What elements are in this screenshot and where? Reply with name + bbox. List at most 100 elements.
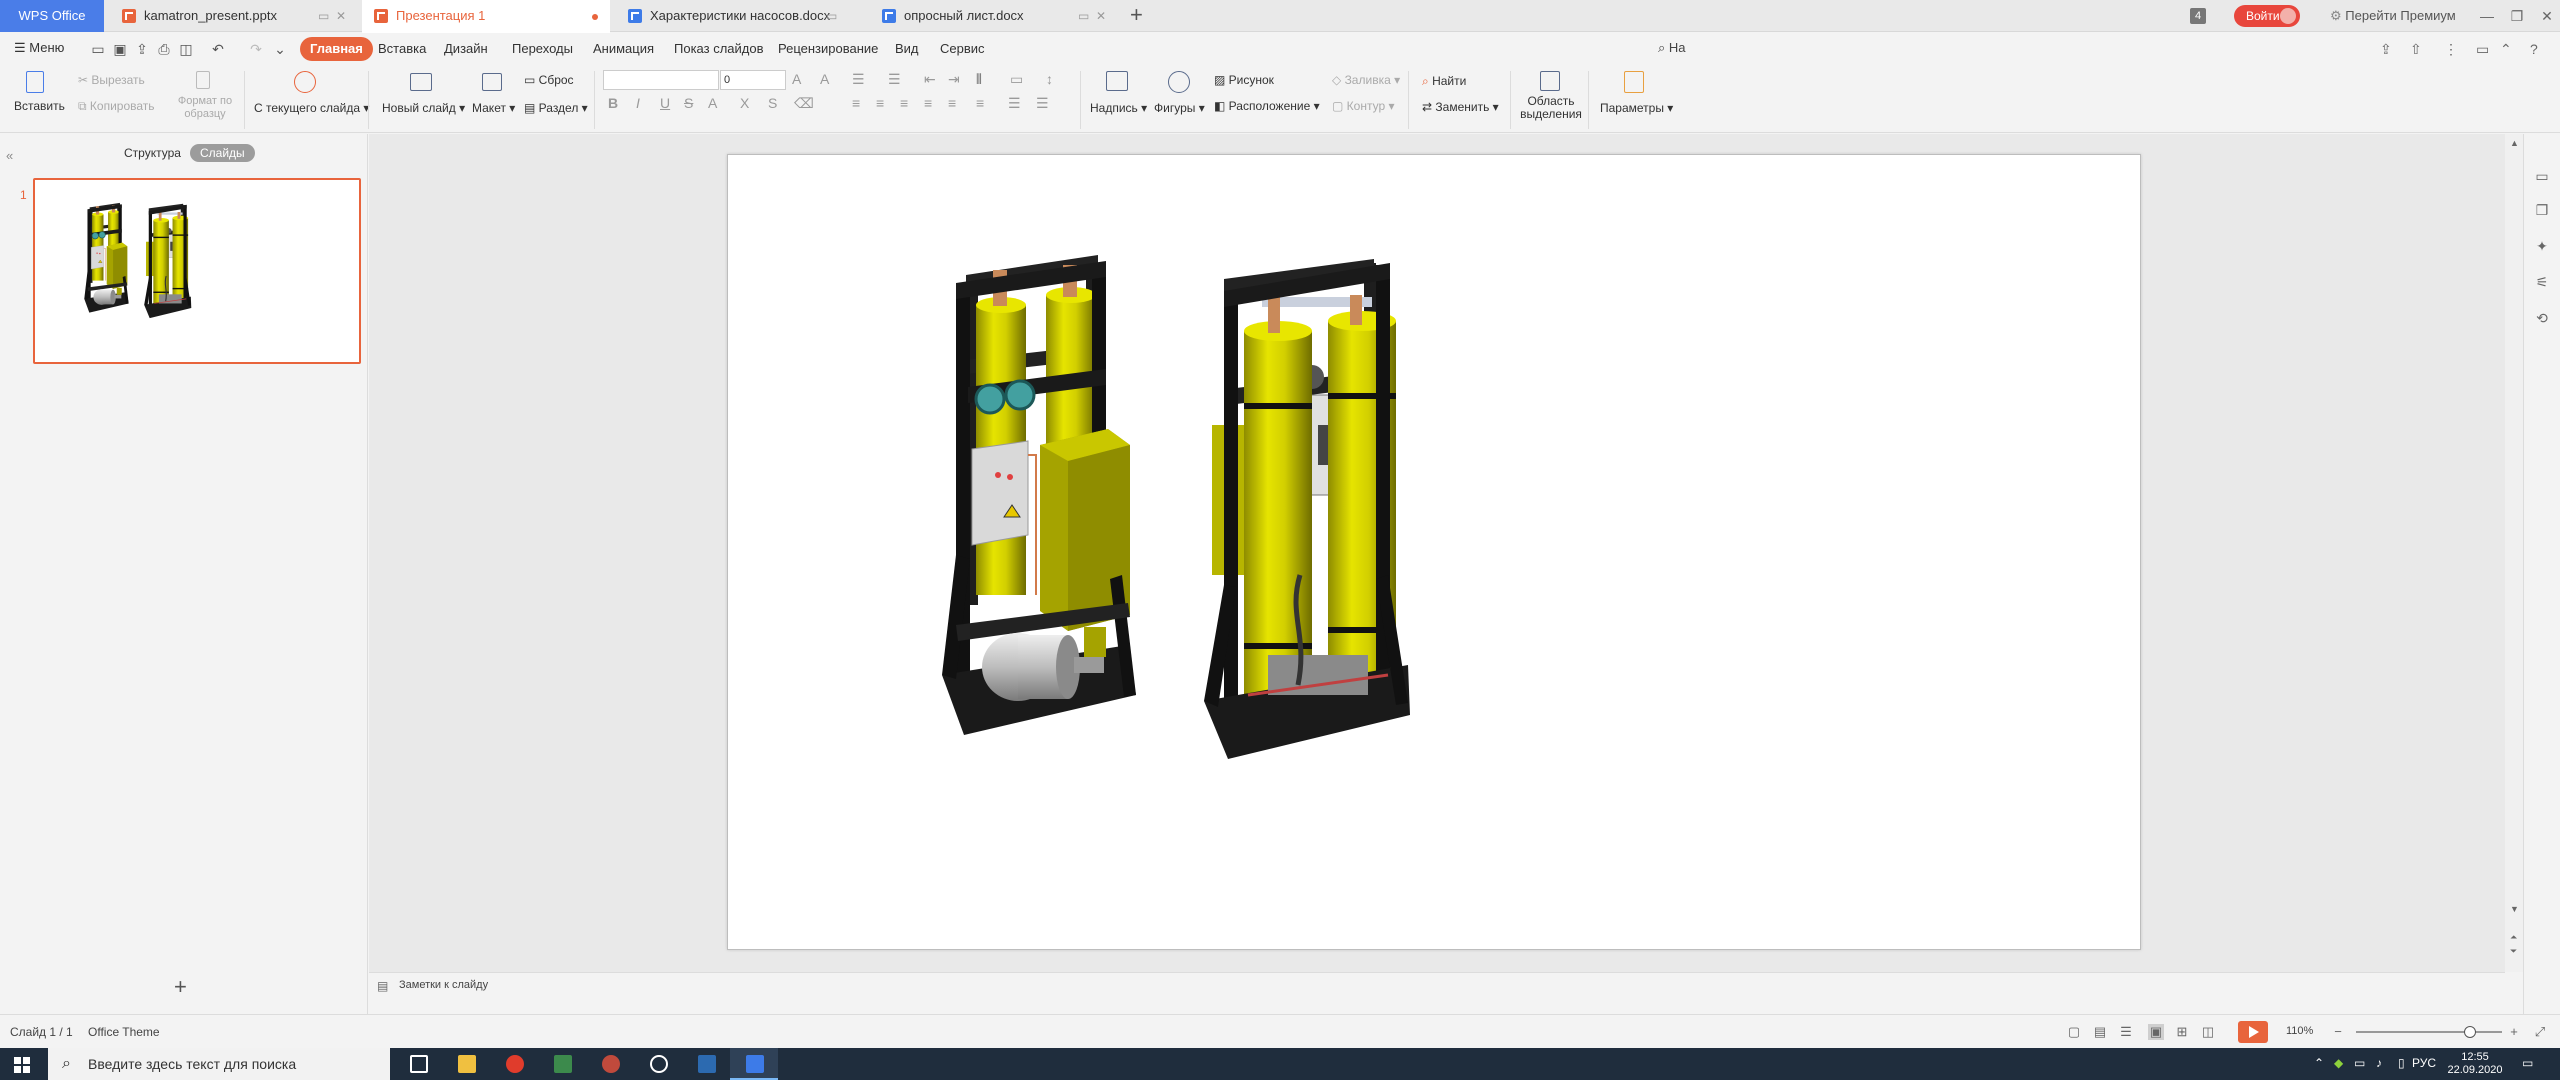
line-spacing-icon[interactable]: ↕: [1046, 71, 1053, 87]
tab-transitions[interactable]: Переходы: [512, 41, 573, 57]
clear-format-icon[interactable]: ⌫: [794, 95, 814, 112]
numbering-icon[interactable]: ☰: [888, 71, 901, 88]
prev-slide-icon[interactable]: ⏶: [2510, 932, 2517, 943]
preview-icon[interactable]: ◫: [178, 41, 194, 57]
zoom-level[interactable]: 110%: [2286, 1025, 2313, 1037]
tab-pump-specs[interactable]: Характеристики насосов.docx ▭: [616, 0, 854, 32]
tab-view[interactable]: Вид: [895, 41, 919, 57]
window-count-badge[interactable]: 4: [2190, 8, 2206, 24]
find-button[interactable]: ⌕ Найти: [1422, 74, 1466, 89]
add-slide-button[interactable]: +: [174, 974, 187, 1000]
selection-pane-button[interactable]: Область выделения: [1520, 95, 1582, 121]
notifications-icon[interactable]: ▭: [2522, 1056, 2533, 1070]
slide-thumbnail[interactable]: [33, 178, 361, 364]
volume-icon[interactable]: ♪: [2376, 1056, 2382, 1070]
taskbar-search[interactable]: ⌕ Введите здесь текст для поиска: [48, 1048, 390, 1080]
tab-kamatron[interactable]: kamatron_present.pptx ▭ ✕: [110, 0, 354, 32]
system-clock[interactable]: 12:55 22.09.2020: [2440, 1051, 2510, 1077]
history-icon[interactable]: ⟲: [2534, 310, 2550, 326]
restore-button[interactable]: ❐: [2502, 0, 2532, 32]
undo-icon[interactable]: ↶: [210, 41, 226, 57]
wps-home-tab[interactable]: WPS Office: [0, 0, 104, 32]
monitor-icon[interactable]: ▭: [318, 0, 329, 32]
vertical-align-icon[interactable]: ≡: [976, 95, 984, 111]
monitor-icon[interactable]: ▭: [826, 0, 837, 32]
calculator-icon[interactable]: [538, 1048, 586, 1080]
slide-layout-icon[interactable]: ▭: [2534, 168, 2550, 184]
comment-icon[interactable]: ▭: [2476, 41, 2489, 57]
tab-presentation-1[interactable]: Презентация 1: [362, 0, 610, 33]
zoom-in-icon[interactable]: +: [2506, 1024, 2522, 1040]
decrease-indent-icon[interactable]: ⇤: [924, 71, 936, 88]
slide-sorter-icon[interactable]: ⊞: [2174, 1024, 2190, 1040]
upload-icon[interactable]: ⇧: [2410, 41, 2422, 57]
tray-expand-icon[interactable]: ⌃: [2314, 1056, 2324, 1070]
distribute-icon[interactable]: ≡: [948, 95, 956, 111]
notes-toggle-icon[interactable]: ▤: [2092, 1024, 2108, 1040]
main-menu-button[interactable]: ☰ Меню: [14, 40, 64, 56]
paragraph-spacing-icon[interactable]: ☰: [1008, 95, 1021, 112]
share-icon[interactable]: ⇪: [2380, 41, 2392, 57]
next-slide-icon[interactable]: ⏷: [2510, 946, 2517, 957]
normal-view-icon[interactable]: ▣: [2148, 1024, 2164, 1040]
file-explorer-icon[interactable]: [442, 1048, 490, 1080]
section-button[interactable]: ▤ Раздел ▾: [524, 101, 588, 115]
close-window-button[interactable]: ✕: [2532, 0, 2560, 32]
scroll-up-icon[interactable]: ▲: [2510, 138, 2519, 148]
close-icon[interactable]: ✕: [1096, 0, 1106, 32]
outline-button[interactable]: ▢ Контур ▾: [1332, 99, 1395, 113]
tray-app-icon[interactable]: ◆: [2334, 1056, 2343, 1070]
comments-icon[interactable]: ☰: [2118, 1024, 2134, 1040]
language-indicator[interactable]: РУС: [2412, 1056, 2436, 1070]
columns-icon[interactable]: ⫴: [976, 71, 982, 88]
zoom-out-icon[interactable]: −: [2330, 1024, 2346, 1040]
scroll-down-icon[interactable]: ▼: [2510, 904, 2519, 914]
sync-app-icon[interactable]: [634, 1048, 682, 1080]
collapse-panel-icon[interactable]: «: [6, 148, 13, 163]
arrange-button[interactable]: ◧ Расположение ▾: [1214, 99, 1320, 113]
cut-button[interactable]: ✂ Вырезать: [78, 73, 145, 87]
settings-icon[interactable]: ⚟: [2534, 274, 2550, 290]
tab-review[interactable]: Рецензирование: [778, 41, 878, 57]
ribbon-search[interactable]: ⌕ На: [1658, 40, 1686, 56]
picture-button[interactable]: ▨ Рисунок: [1214, 73, 1274, 87]
slide[interactable]: [727, 154, 2141, 950]
superscript-icon[interactable]: X: [740, 95, 749, 111]
options-button[interactable]: Параметры ▾: [1600, 101, 1673, 115]
reset-button[interactable]: ▭ Сброс: [524, 73, 574, 87]
new-slide-button[interactable]: Новый слайд ▾: [382, 101, 465, 115]
bullets-icon[interactable]: ☰: [852, 71, 865, 88]
shapes-style-icon[interactable]: ❐: [2534, 202, 2550, 218]
zoom-slider[interactable]: [2356, 1026, 2502, 1038]
fit-icon[interactable]: ▢: [2066, 1024, 2082, 1040]
fill-button[interactable]: ◇ Заливка ▾: [1332, 73, 1400, 87]
windows-start-icon[interactable]: [14, 1057, 30, 1073]
notes-pane[interactable]: ▤ Заметки к слайду: [369, 972, 2505, 1014]
strikethrough-icon[interactable]: S: [684, 95, 693, 111]
font-size-input[interactable]: 0: [720, 70, 786, 90]
align-left-icon[interactable]: ≡: [852, 95, 860, 111]
vertical-scrollbar[interactable]: ▲ ▼ ⏶ ⏷: [2505, 134, 2523, 972]
tab-tools[interactable]: Сервис: [940, 41, 985, 57]
collapse-ribbon-icon[interactable]: ⌃: [2500, 41, 2512, 57]
shapes-button[interactable]: Фигуры ▾: [1154, 101, 1205, 115]
fit-to-window-icon[interactable]: ⤢: [2532, 1024, 2548, 1040]
layout-button[interactable]: Макет ▾: [472, 101, 515, 115]
decrease-font-icon[interactable]: A: [820, 71, 829, 87]
slide-picture[interactable]: [728, 155, 2142, 951]
monitor-icon[interactable]: ▭: [1078, 0, 1089, 32]
network-icon[interactable]: ▭: [2354, 1056, 2365, 1070]
from-current-slide-button[interactable]: С текущего слайда ▾: [254, 101, 369, 115]
font-color-icon[interactable]: A: [708, 95, 717, 111]
save-icon[interactable]: ▣: [112, 41, 128, 57]
increase-indent-icon[interactable]: ⇥: [948, 71, 960, 88]
wps-office-taskbar-icon[interactable]: [730, 1048, 778, 1080]
zoom-slider-thumb[interactable]: [2463, 1026, 2476, 1038]
new-tab-button[interactable]: +: [1130, 4, 1143, 26]
minimize-button[interactable]: —: [2472, 0, 2502, 32]
tab-home[interactable]: Главная: [300, 37, 373, 61]
copy-button[interactable]: ⧉ Копировать: [78, 99, 155, 114]
text-direction-icon[interactable]: ▭: [1010, 71, 1023, 88]
underline-icon[interactable]: U: [660, 95, 670, 111]
textbox-button[interactable]: Надпись ▾: [1090, 101, 1147, 115]
